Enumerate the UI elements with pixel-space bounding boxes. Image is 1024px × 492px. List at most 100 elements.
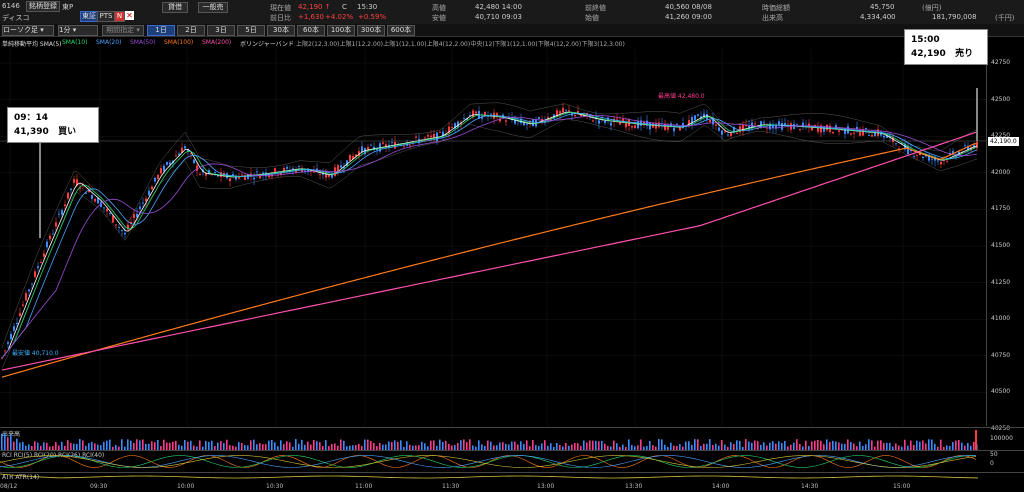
bollinger-label: ボリンジャーバンド xyxy=(240,41,294,48)
market-cap-label: 時価総額 xyxy=(762,4,790,12)
range-tab[interactable]: 2日 xyxy=(177,25,205,36)
time-tick: 11:30 xyxy=(442,483,460,490)
price-time: 15:30 xyxy=(357,3,378,11)
open-value: 41,260 09:00 xyxy=(665,13,712,21)
moving-averages xyxy=(1,111,978,378)
current-price: 42,190 ↑ xyxy=(298,3,331,11)
price-tick: 42000 xyxy=(991,168,1011,176)
pts-tag[interactable]: PTS xyxy=(97,11,115,22)
sell-action: 売り xyxy=(955,49,974,59)
sell-time: 15:00 xyxy=(911,35,940,45)
prev-close-value: 40,560 08/08 xyxy=(665,3,712,11)
period-value: 期間指定 xyxy=(106,26,135,34)
stock-name: ディスコ xyxy=(2,14,30,22)
volume-bars xyxy=(1,430,978,450)
indicator-item: SMA(200) xyxy=(202,39,232,46)
close-icon[interactable]: ✕ xyxy=(125,11,134,20)
time-tick: 10:00 xyxy=(177,483,195,490)
price-tick: 42500 xyxy=(991,95,1011,103)
n-tag[interactable]: N xyxy=(114,11,125,22)
range-tab[interactable]: 1日 xyxy=(147,25,175,36)
time-tick: 15:00 xyxy=(893,483,911,490)
market-cap-value: 45,750 xyxy=(870,3,895,11)
change-percent: +4.02% xyxy=(325,13,354,21)
chart-type-value: ローソク足 xyxy=(3,26,38,34)
band-item: 上限1(12,2.00) xyxy=(339,41,383,48)
range-tab[interactable]: 3日 xyxy=(207,25,235,36)
high-annotation: 最高値 42,480.0 xyxy=(658,92,705,100)
band-item: 上限2(12,3.00) xyxy=(296,41,340,48)
volume-axis-tick: 100000 xyxy=(990,435,1013,442)
oscillator-lines xyxy=(0,455,977,468)
price-axis: 42750 42500 42250 42000 41750 41500 41250 41000… xyxy=(986,48,1024,432)
range-tab[interactable]: 60本 xyxy=(297,25,325,36)
osc-tick-0: 0 xyxy=(990,460,994,467)
period-select[interactable]: 期間指定 ▾ xyxy=(102,25,144,36)
low-value: 40,710 09:03 xyxy=(475,13,522,21)
higashi-tag[interactable]: 東証 xyxy=(80,11,98,22)
price-tick: 41750 xyxy=(991,205,1011,213)
interval-select[interactable]: 1分 ▾ xyxy=(58,25,98,36)
market-label: 東P xyxy=(62,3,74,11)
price-grid xyxy=(0,48,986,426)
time-tick: 13:00 xyxy=(537,483,555,490)
shakushaku-button[interactable]: 貸借 xyxy=(162,2,188,13)
price-tick: 40500 xyxy=(991,388,1011,396)
volume-label: 出来高 xyxy=(762,14,783,22)
range-tab[interactable]: 100本 xyxy=(327,25,355,36)
register-button[interactable]: 銘柄登録 xyxy=(26,1,60,12)
volume-chart xyxy=(1,430,978,450)
change-value: +1,630 xyxy=(298,13,324,21)
buy-price: 41,390 xyxy=(14,127,49,137)
band-item: 下限1(12,1.00) xyxy=(494,41,538,48)
change-percent-2: +0.59% xyxy=(358,13,387,21)
oscillator-chart xyxy=(0,455,977,468)
high-value: 42,480 14:00 xyxy=(475,3,522,11)
sell-price: 42,190 xyxy=(911,49,946,59)
band-item: 上限1(12,1.00) xyxy=(383,41,427,48)
time-tick: 14:30 xyxy=(801,483,819,490)
stock-code: 6146 xyxy=(2,2,20,10)
band-item: 上限4(12,2.00) xyxy=(426,41,471,48)
indicator-item: SMA(100) xyxy=(164,39,194,46)
osc-tick-50: 50 xyxy=(990,451,998,458)
time-tick: 08/12 xyxy=(0,483,18,490)
band-item: 中央(12) xyxy=(470,41,495,48)
close-indicator: C xyxy=(342,3,347,11)
sma-title: 単純移動平均 SMA(5) xyxy=(2,41,62,48)
quote-header: 6146 銘柄登録 東P 東証 PTS N ✕ 貸借 一般売 ディスコ 現在値 … xyxy=(0,0,1024,25)
sell-note: 15:00 42,190 売り xyxy=(904,29,988,65)
trade-value: 181,790,008 xyxy=(932,13,977,21)
volume-value: 4,334,400 xyxy=(860,13,896,21)
market-cap-unit: (億円) xyxy=(922,4,942,12)
open-label: 始値 xyxy=(585,14,599,22)
chart-toolbar: ローソク足 ▾ 1分 ▾ 期間指定 ▾ 1日 2日 3日 5日 30本 60本 100本 30… xyxy=(0,24,1024,37)
range-tab[interactable]: 5日 xyxy=(237,25,265,36)
atr-line xyxy=(0,473,979,479)
chart-type-select[interactable]: ローソク足 ▾ xyxy=(2,25,54,36)
price-tick: 42750 xyxy=(991,59,1011,66)
time-tick: 09:30 xyxy=(90,483,108,490)
range-tab[interactable]: 30本 xyxy=(267,25,295,36)
ippan-button[interactable]: 一般売 xyxy=(198,2,228,13)
band-item: 下限4(12,2.00) xyxy=(537,41,582,48)
last-price-tag: 42,190.0 xyxy=(988,137,1019,146)
range-tab[interactable]: 600本 xyxy=(387,25,415,36)
buy-note: 09：14 41,390 買い xyxy=(7,107,99,143)
time-tick: 14:00 xyxy=(712,483,730,490)
time-tick: 10:30 xyxy=(266,483,284,490)
indicator-item: SMA(20) xyxy=(96,39,122,46)
price-tick: 41500 xyxy=(991,242,1011,249)
price-tick: 41000 xyxy=(991,315,1011,323)
price-tick: 41250 xyxy=(991,278,1011,286)
indicator-legend: 単純移動平均 SMA(5) SMA(10) SMA(20) SMA(50) SMA(1… xyxy=(0,37,1024,48)
low-label: 安値 xyxy=(432,14,446,22)
bollinger-bands xyxy=(1,102,978,369)
atr-chart xyxy=(0,473,979,479)
price-chart[interactable]: 最高値 42,480.0 最安値 40,710.0 xyxy=(0,48,986,426)
prev-close-label: 前終値 xyxy=(585,4,606,12)
buy-action: 買い xyxy=(58,127,77,137)
trade-value-unit: (千円) xyxy=(995,14,1015,22)
price-label: 現在値 xyxy=(270,4,291,12)
range-tab[interactable]: 300本 xyxy=(357,25,385,36)
